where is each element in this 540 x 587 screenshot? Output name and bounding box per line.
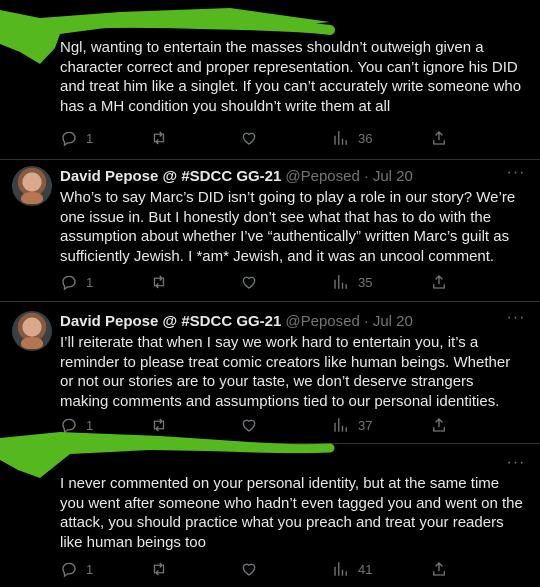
reply-count: 1 bbox=[86, 561, 94, 577]
tweet-text: I never commented on your personal ident… bbox=[60, 475, 523, 551]
tweet-text: Who’s to say Marc’s DID isn’t going to p… bbox=[60, 189, 516, 265]
view-count: 41 bbox=[358, 561, 373, 577]
retweet-button[interactable] bbox=[150, 272, 168, 292]
views-button[interactable]: 35 bbox=[332, 272, 372, 292]
reply-button[interactable]: 1 bbox=[60, 272, 93, 292]
heart-icon bbox=[242, 563, 256, 576]
reply-icon bbox=[62, 131, 76, 147]
heart-icon bbox=[242, 276, 256, 289]
like-button[interactable] bbox=[240, 559, 258, 579]
tweet-date[interactable]: Jul 20 bbox=[373, 168, 413, 185]
like-button[interactable] bbox=[240, 272, 258, 292]
share-icon bbox=[433, 275, 445, 289]
author-handle[interactable]: @Peposed bbox=[285, 313, 359, 330]
avatar[interactable] bbox=[12, 166, 52, 206]
avatar[interactable] bbox=[12, 311, 52, 351]
tweet-actions: 1 41 bbox=[0, 559, 540, 579]
heart-icon bbox=[242, 132, 256, 145]
redaction-scribble-bottom bbox=[0, 432, 335, 478]
tweet-actions: 1 35 bbox=[0, 272, 540, 292]
reply-count: 1 bbox=[86, 274, 94, 290]
author-handle[interactable]: @Peposed bbox=[285, 168, 359, 185]
share-button[interactable] bbox=[430, 128, 448, 148]
reply-count: 1 bbox=[86, 130, 94, 146]
header-separator: · bbox=[363, 312, 369, 330]
tweet-date[interactable]: Jul 20 bbox=[373, 313, 413, 330]
tweet-header: David Pepose @ #SDCC GG-21 @Peposed · Ju… bbox=[60, 166, 413, 186]
author-name[interactable]: David Pepose @ #SDCC GG-21 bbox=[60, 313, 281, 330]
retweet-icon bbox=[153, 131, 165, 145]
share-icon bbox=[433, 562, 445, 576]
views-button[interactable]: 41 bbox=[332, 559, 372, 579]
tweet-header: David Pepose @ #SDCC GG-21 @Peposed · Ju… bbox=[60, 311, 413, 331]
tweet-divider bbox=[0, 301, 540, 302]
retweet-button[interactable] bbox=[150, 559, 168, 579]
views-button[interactable]: 36 bbox=[332, 128, 372, 148]
tweet-divider bbox=[0, 159, 540, 160]
reply-button[interactable]: 1 bbox=[60, 559, 93, 579]
views-icon bbox=[334, 562, 347, 576]
share-button[interactable] bbox=[430, 559, 448, 579]
author-name[interactable]: David Pepose @ #SDCC GG-21 bbox=[60, 168, 281, 185]
retweet-icon bbox=[153, 275, 165, 289]
redaction-scribble-top bbox=[0, 8, 335, 64]
tweet-text: I’ll reiterate that when I say we work h… bbox=[60, 334, 511, 410]
header-separator: · bbox=[363, 167, 369, 185]
reply-icon bbox=[62, 562, 76, 578]
like-button[interactable] bbox=[240, 128, 258, 148]
view-count: 36 bbox=[358, 130, 373, 146]
views-icon bbox=[334, 131, 347, 145]
share-button[interactable] bbox=[430, 272, 448, 292]
retweet-icon bbox=[153, 562, 165, 576]
view-count: 35 bbox=[358, 274, 373, 290]
share-icon bbox=[433, 131, 445, 145]
views-icon bbox=[334, 275, 347, 289]
tweet-actions: 1 36 bbox=[0, 128, 540, 148]
retweet-button[interactable] bbox=[150, 128, 168, 148]
more-icon[interactable]: ··· bbox=[506, 165, 526, 186]
reply-icon bbox=[62, 275, 76, 291]
more-icon[interactable]: ··· bbox=[506, 310, 526, 331]
reply-button[interactable]: 1 bbox=[60, 128, 93, 148]
